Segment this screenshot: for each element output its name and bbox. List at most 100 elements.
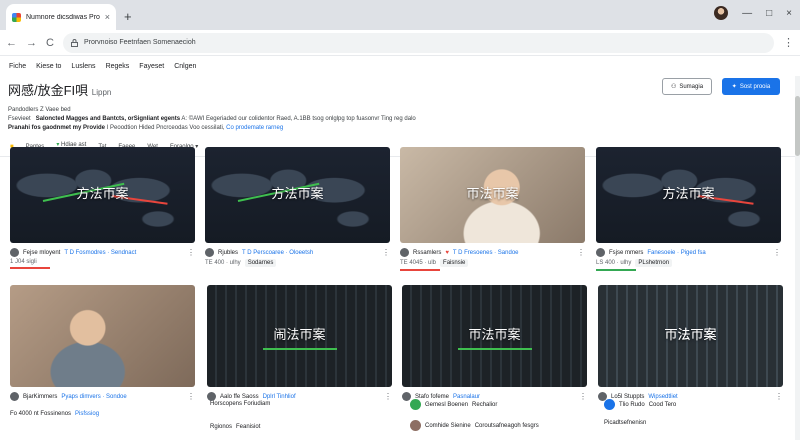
- video-thumbnail[interactable]: 方法帀案: [10, 147, 195, 243]
- video-card[interactable]: 帀法帀案 Rssamlers ♥ T D Fresoenes · Sandoe ⋮ T…: [400, 147, 585, 271]
- desc-link[interactable]: Co prodemate rarneg: [226, 125, 283, 131]
- site-logo[interactable]: 网感/放金FI唄 Lippn: [8, 80, 111, 99]
- forward-icon[interactable]: →: [26, 37, 37, 49]
- watch-progress: [596, 269, 636, 271]
- page-header: 网感/放金FI唄 Lippn ⚇ Sumagia ✦ Sost prooia: [0, 76, 800, 106]
- watch-progress: [400, 269, 440, 271]
- thumbnail-caption: 方法帀案: [662, 186, 715, 202]
- logo-sub: Lippn: [91, 88, 112, 97]
- more-icon[interactable]: ⋮: [579, 392, 587, 401]
- back-icon[interactable]: ←: [6, 37, 17, 49]
- extra-sub: Horscopens Foriudiam: [210, 401, 271, 407]
- extra-avatar[interactable]: [604, 399, 615, 410]
- thumbnail-caption: 闹法帀案: [273, 326, 326, 342]
- card-extra: Tlio Rudo Cood Tero: [604, 399, 676, 410]
- favicon-icon: [12, 12, 21, 22]
- address-bar[interactable]: Prorvnoiso Feetnfaen Somenaecioh: [62, 32, 774, 53]
- video-meta: Fanesoeie · Piged fsa: [647, 249, 706, 256]
- more-icon[interactable]: ⋮: [384, 392, 392, 401]
- menu-item-5[interactable]: Fayeset: [139, 63, 164, 70]
- extra-right: Picadtsefnenisn: [604, 420, 647, 426]
- thumbnail-caption: 帀法帀案: [466, 186, 519, 202]
- video-thumbnail[interactable]: 帀法帀案: [402, 285, 587, 387]
- video-card[interactable]: 闹法帀案 Aalo ffe Saoss Dplrl Tinhliof ⋮: [207, 285, 392, 401]
- maximize-icon[interactable]: □: [766, 8, 772, 19]
- menu-item-4[interactable]: Regeks: [106, 63, 130, 70]
- description: Pandodlers Z Vaee bed Fsevieet Saloncted…: [0, 106, 800, 133]
- desc-line-2: Fsevieet Saloncted Magges and Bantcts, o…: [8, 115, 800, 124]
- menu-item-6[interactable]: Cnlgen: [174, 63, 196, 70]
- menu-item-3[interactable]: Luslens: [71, 63, 95, 70]
- more-icon[interactable]: ⋮: [773, 248, 781, 257]
- new-tab-button[interactable]: +: [124, 9, 132, 24]
- video-sub: TE 4045 · ulb: [400, 260, 437, 266]
- site-menu: Fiche Kiese to Luslens Regeks Fayeset Cn…: [0, 56, 800, 76]
- video-card[interactable]: 方法帀案 Fsjse mmers Fanesoeie · Piged fsa ⋮ L…: [596, 147, 781, 271]
- video-thumbnail[interactable]: 闹法帀案: [207, 285, 392, 387]
- extra-tag: Rgionos: [210, 424, 233, 430]
- extra-mid-2: Coroutsafneagoh fesgrs: [474, 422, 539, 429]
- more-icon[interactable]: ⋮: [187, 248, 195, 257]
- page-scrollbar[interactable]: [795, 76, 800, 440]
- primary-button[interactable]: ✦ Sost prooia: [722, 78, 780, 95]
- extra-tag: Pisfssiog: [75, 411, 100, 417]
- people-icon: ⚇: [670, 84, 677, 90]
- more-icon[interactable]: ⋮: [187, 392, 195, 401]
- channel-name[interactable]: BjarKimmers: [23, 394, 57, 400]
- more-icon[interactable]: ⋮: [775, 392, 783, 401]
- more-icon[interactable]: ⋮: [382, 248, 390, 257]
- channel-avatar[interactable]: [400, 248, 409, 257]
- minimize-icon[interactable]: —: [742, 8, 752, 19]
- video-tag: PLshetrnon: [635, 259, 673, 267]
- reload-icon[interactable]: C: [46, 37, 54, 49]
- video-tag: Sodarnes: [244, 259, 277, 267]
- video-thumbnail[interactable]: 方法帀案: [596, 147, 781, 243]
- browser-tab[interactable]: Numnore dicsdiwas Pronoels ×: [6, 4, 116, 30]
- channel-name[interactable]: Rssamlers: [413, 250, 441, 256]
- video-card[interactable]: BjarKimmers Pyaps dimvers · Sondoe ⋮: [10, 285, 195, 401]
- thumbnail-caption: 方法帀案: [76, 186, 129, 202]
- card-extra: Rgionos Feanisiot: [210, 424, 260, 430]
- extra-sub: Gemesl Boenen: [425, 401, 469, 408]
- video-meta: T D Fresoenes · Sandoe: [452, 249, 519, 256]
- extra-sub: Tlio Rudo: [619, 401, 645, 408]
- thumbnail-caption: 帀法帀案: [664, 326, 717, 342]
- secondary-button[interactable]: ⚇ Sumagia: [662, 78, 712, 95]
- video-meta: Dplrl Tinhliof: [262, 393, 296, 400]
- extra-avatar[interactable]: [410, 420, 421, 431]
- menu-item-2[interactable]: Kiese to: [36, 63, 61, 70]
- desc-line-3: Pranahi fos gaodnmet my Provide I Peoodt…: [8, 124, 800, 133]
- close-window-icon[interactable]: ×: [786, 8, 792, 19]
- more-icon[interactable]: ⋮: [577, 248, 585, 257]
- channel-name[interactable]: Rjubles: [218, 250, 238, 256]
- logo-text: 网感/放金FI唄: [8, 83, 89, 98]
- menu-item-1[interactable]: Fiche: [9, 63, 26, 70]
- video-thumbnail[interactable]: 帀法帀案: [400, 147, 585, 243]
- channel-name[interactable]: Aalo ffe Saoss: [220, 394, 259, 400]
- extra-avatar[interactable]: [410, 399, 421, 410]
- video-card[interactable]: 方法帀案 Fejse mloyent T D Fosmodres · Sendna…: [10, 147, 195, 269]
- channel-avatar[interactable]: [10, 248, 19, 257]
- video-thumbnail[interactable]: 帀法帀案: [598, 285, 783, 387]
- video-card[interactable]: 方法帀案 Rjubles T D Perscoaree · Oloeetsh ⋮ T…: [205, 147, 390, 267]
- heart-icon: ♥: [445, 249, 449, 256]
- profile-avatar[interactable]: [714, 6, 729, 20]
- video-thumbnail[interactable]: [10, 285, 195, 387]
- video-card[interactable]: 帀法帀案 Lo5l Stuppts Wipsedtliet ⋮: [598, 285, 783, 401]
- scrollbar-thumb[interactable]: [795, 96, 800, 156]
- desc-line-3-rest: I Peoodtion Hided Pncrceodas Voo cessila…: [106, 125, 225, 131]
- channel-avatar[interactable]: [207, 392, 216, 401]
- channel-name[interactable]: Fejse mloyent: [23, 250, 60, 256]
- channel-avatar[interactable]: [10, 392, 19, 401]
- extra-left: Feanisiot: [236, 424, 261, 430]
- tab-close-icon[interactable]: ×: [105, 12, 110, 22]
- video-meta: T D Perscoaree · Oloeetsh: [242, 249, 314, 256]
- watch-progress: [10, 267, 50, 269]
- video-thumbnail[interactable]: 方法帀案: [205, 147, 390, 243]
- channel-name[interactable]: Fsjse mmers: [609, 250, 643, 256]
- video-card[interactable]: 帀法帀案 Stafo fofeme Pasnalaur ⋮: [402, 285, 587, 401]
- browser-menu-icon[interactable]: ⋮: [783, 36, 794, 49]
- channel-avatar[interactable]: [596, 248, 605, 257]
- thumbnail-caption: 方法帀案: [271, 186, 324, 202]
- channel-avatar[interactable]: [205, 248, 214, 257]
